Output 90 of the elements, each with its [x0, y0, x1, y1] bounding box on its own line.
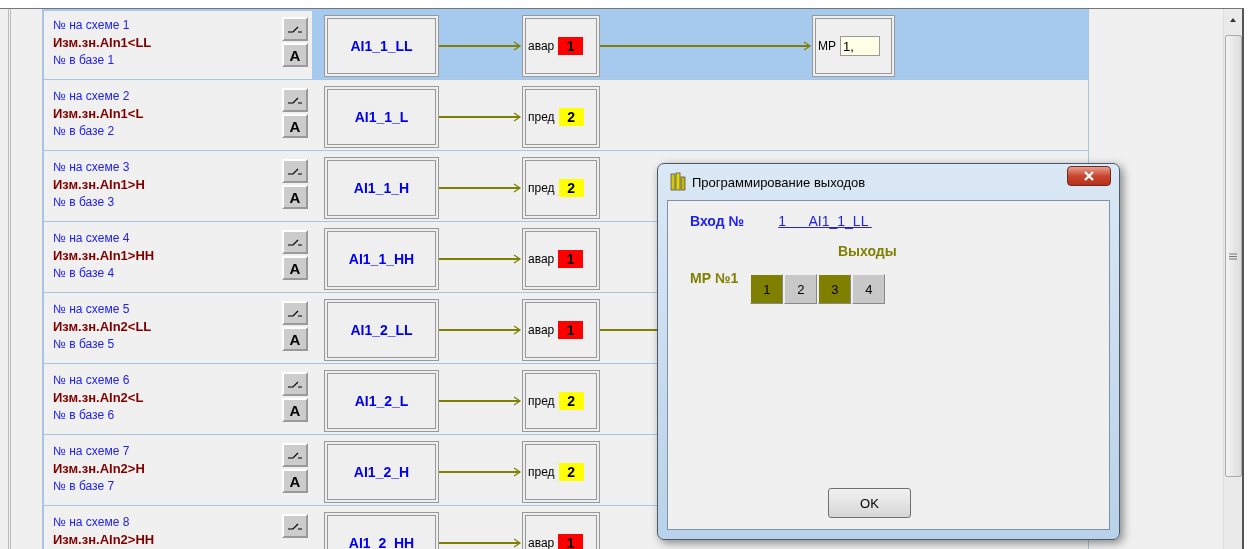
- dialog-title: Программирование выходов: [692, 174, 867, 190]
- up-arrow-icon[interactable]: [1229, 17, 1237, 23]
- status-number: 2: [558, 392, 584, 410]
- status-number: 2: [558, 108, 584, 126]
- status-label: пред: [528, 181, 555, 195]
- base-number: № в базе 4: [53, 266, 116, 280]
- scheme-number: № на схеме 2: [53, 89, 131, 103]
- mode-button[interactable]: A: [282, 327, 308, 351]
- status-box[interactable]: пред 2: [522, 370, 600, 432]
- status-number: 1: [558, 321, 584, 339]
- switch-button[interactable]: [282, 514, 308, 538]
- scheme-number: № на схеме 4: [53, 231, 131, 245]
- base-number: № в базе 1: [53, 53, 116, 67]
- scheme-number: № на схеме 8: [53, 515, 131, 529]
- signal-box[interactable]: AI1_2_L: [324, 370, 439, 432]
- status-number: 1: [558, 37, 584, 55]
- scrollbar[interactable]: [1223, 9, 1242, 549]
- signal-box[interactable]: AI1_2_HH: [324, 512, 439, 549]
- output-box[interactable]: МР 1,: [812, 15, 895, 77]
- list-row[interactable]: № на схеме 1 Изм.зн.AIn1<LL № в базе 1 A AI1_1_LL авар 1 МР 1,: [42, 9, 1088, 80]
- status-box[interactable]: пред 2: [522, 441, 600, 503]
- status-number: 2: [558, 179, 584, 197]
- status-label: пред: [528, 465, 555, 479]
- grip-icon: [1229, 252, 1237, 260]
- switch-button[interactable]: [282, 443, 308, 467]
- status-label: авар: [528, 252, 555, 266]
- measure-name: Изм.зн.AIn2>H: [53, 461, 146, 476]
- status-label: авар: [528, 39, 555, 53]
- status-number: 2: [558, 463, 584, 481]
- measure-name: Изм.зн.AIn1<LL: [53, 35, 153, 50]
- switch-button[interactable]: [282, 230, 308, 254]
- switch-button[interactable]: [282, 301, 308, 325]
- scheme-number: № на схеме 1: [53, 18, 131, 32]
- status-box[interactable]: авар 1: [522, 299, 600, 361]
- measure-name: Изм.зн.AIn1>H: [53, 177, 146, 192]
- mode-button[interactable]: A: [282, 398, 308, 422]
- mode-button[interactable]: A: [282, 43, 308, 67]
- signal-box[interactable]: AI1_1_LL: [324, 15, 439, 77]
- status-box[interactable]: пред 2: [522, 86, 600, 148]
- measure-name: Изм.зн.AIn2<L: [53, 390, 145, 405]
- status-label: пред: [528, 394, 555, 408]
- scheme-number: № на схеме 5: [53, 302, 131, 316]
- scheme-number: № на схеме 3: [53, 160, 131, 174]
- base-number: № в базе 3: [53, 195, 116, 209]
- measure-name: Изм.зн.AIn2>HH: [53, 532, 156, 547]
- base-number: № в базе 7: [53, 479, 116, 493]
- signal-box[interactable]: AI1_2_LL: [324, 299, 439, 361]
- output-toggle[interactable]: 1: [750, 274, 784, 304]
- signal-box[interactable]: AI1_1_H: [324, 157, 439, 219]
- status-box[interactable]: пред 2: [522, 157, 600, 219]
- status-label: пред: [528, 110, 555, 124]
- status-box[interactable]: авар 1: [522, 15, 600, 77]
- measure-name: Изм.зн.AIn2<LL: [53, 319, 153, 334]
- signal-box[interactable]: AI1_1_HH: [324, 228, 439, 290]
- output-toggle[interactable]: 2: [784, 274, 818, 304]
- switch-button[interactable]: [282, 88, 308, 112]
- status-number: 1: [558, 534, 584, 549]
- measure-name: Изм.зн.AIn1<L: [53, 106, 145, 121]
- list-row[interactable]: № на схеме 2 Изм.зн.AIn1<L № в базе 2 A AI1_1_L пред 2: [42, 80, 1088, 151]
- switch-button[interactable]: [282, 17, 308, 41]
- ok-button[interactable]: OK: [828, 488, 911, 518]
- scroll-thumb[interactable]: [1224, 35, 1242, 477]
- status-label: авар: [528, 536, 555, 549]
- outputs-title: Выходы: [838, 243, 897, 259]
- output-toggle[interactable]: 4: [852, 274, 886, 304]
- status-box[interactable]: авар 1: [522, 512, 600, 549]
- mode-button[interactable]: A: [282, 469, 308, 493]
- signal-box[interactable]: AI1_2_H: [324, 441, 439, 503]
- signal-box[interactable]: AI1_1_L: [324, 86, 439, 148]
- books-icon: [670, 172, 686, 192]
- status-label: авар: [528, 323, 555, 337]
- close-button[interactable]: [1067, 166, 1111, 186]
- scheme-number: № на схеме 7: [53, 444, 131, 458]
- scheme-number: № на схеме 6: [53, 373, 131, 387]
- base-number: № в базе 6: [53, 408, 116, 422]
- output-label: МР: [818, 39, 836, 53]
- status-box[interactable]: авар 1: [522, 228, 600, 290]
- mode-button[interactable]: A: [282, 256, 308, 280]
- switch-button[interactable]: [282, 372, 308, 396]
- switch-button[interactable]: [282, 159, 308, 183]
- measure-name: Изм.зн.AIn1>HH: [53, 248, 156, 263]
- relay-label: МР №1: [690, 269, 739, 288]
- output-field[interactable]: 1,: [840, 36, 880, 56]
- base-number: № в базе 5: [53, 337, 116, 351]
- status-number: 1: [558, 250, 584, 268]
- base-number: № в базе 2: [53, 124, 116, 138]
- output-toggle[interactable]: 3: [818, 274, 852, 304]
- mode-button[interactable]: A: [282, 185, 308, 209]
- mode-button[interactable]: A: [282, 114, 308, 138]
- close-icon: [1083, 171, 1095, 181]
